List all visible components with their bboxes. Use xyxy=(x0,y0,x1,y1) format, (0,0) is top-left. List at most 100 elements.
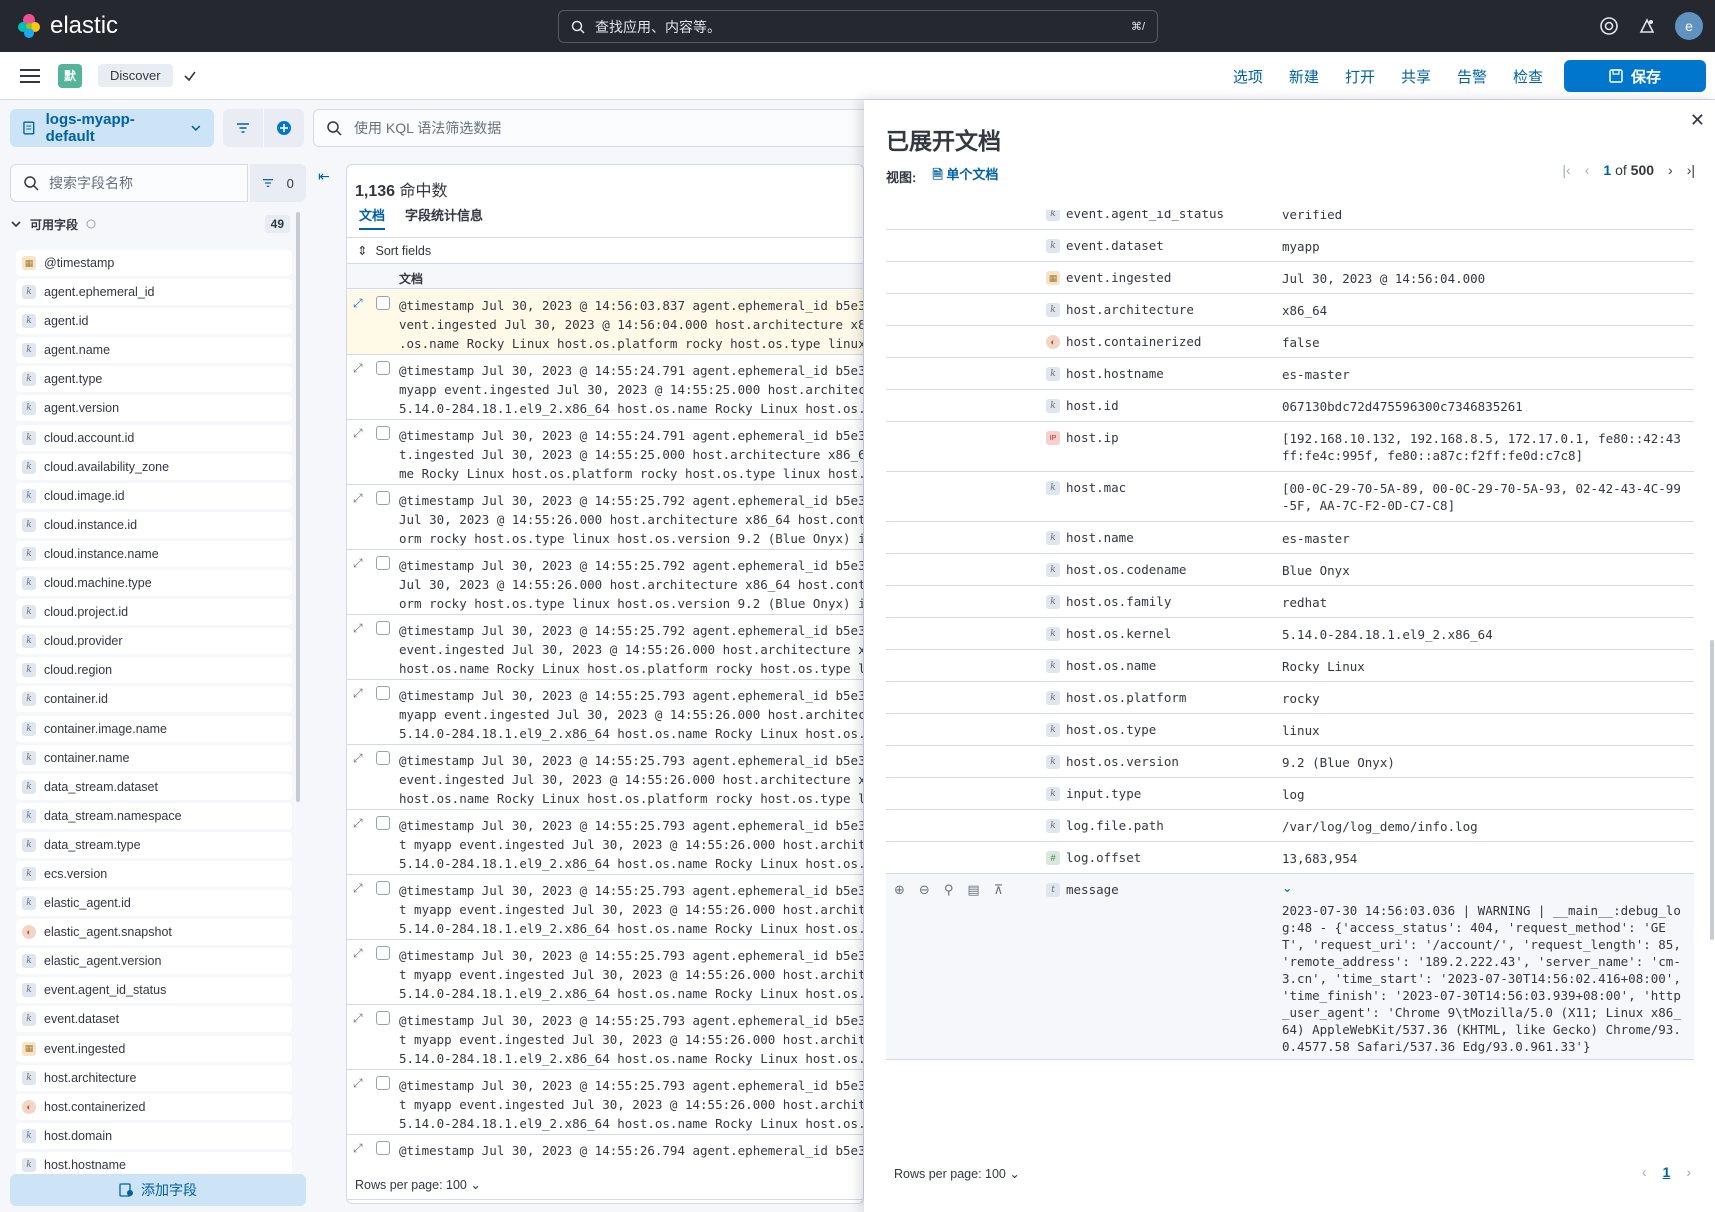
sidebar-scrollbar[interactable] xyxy=(296,212,300,802)
field-filter-button[interactable]: 0 xyxy=(250,164,306,202)
field-item[interactable]: k cloud.provider xyxy=(16,628,292,655)
table-row[interactable]: ⤢ @timestamp Jul 30, 2023 @ 14:55:25.793 … xyxy=(347,940,863,1005)
add-field-button[interactable]: 添加字段 xyxy=(10,1174,306,1206)
table-row[interactable]: ⤢ @timestamp Jul 30, 2023 @ 14:56:03.837 … xyxy=(347,290,863,355)
collapse-sidebar-icon[interactable]: ⇤ xyxy=(318,168,330,185)
field-item[interactable]: ▦ @timestamp xyxy=(16,250,292,276)
save-button[interactable]: 保存 xyxy=(1564,60,1706,92)
help-icon[interactable] xyxy=(1599,16,1619,36)
new-link[interactable]: 新建 xyxy=(1289,66,1319,87)
document-field-row[interactable]: k host.os.version 9.2 (Blue Onyx) xyxy=(886,746,1694,778)
field-item[interactable]: k event.dataset xyxy=(16,1006,292,1033)
row-checkbox[interactable] xyxy=(376,296,390,310)
field-item[interactable]: k agent.name xyxy=(16,337,292,364)
field-item[interactable]: ◐ host.containerized xyxy=(16,1093,292,1120)
expand-row-icon[interactable]: ⤢ xyxy=(353,946,367,960)
filter-menu-button[interactable] xyxy=(223,109,263,147)
field-item[interactable]: k host.domain xyxy=(16,1122,292,1149)
space-badge[interactable]: 默 xyxy=(58,63,82,88)
field-item[interactable]: k agent.type xyxy=(16,366,292,393)
field-item[interactable]: k elastic_agent.id xyxy=(16,890,292,917)
document-field-row[interactable]: IP host.ip [192.168.10.132, 192.168.8.5, 1… xyxy=(886,422,1694,472)
close-icon[interactable]: ✕ xyxy=(1690,110,1705,131)
document-field-row[interactable]: k host.os.kernel 5.14.0-284.18.1.el9_2.x86… xyxy=(886,618,1694,650)
row-checkbox[interactable] xyxy=(376,881,390,895)
document-column-header[interactable]: 文档 xyxy=(399,270,423,287)
table-row[interactable]: ⤢ @timestamp Jul 30, 2023 @ 14:55:25.793 … xyxy=(347,1070,863,1135)
share-link[interactable]: 共享 xyxy=(1401,66,1431,87)
available-fields-toggle[interactable]: 可用字段 49 xyxy=(10,210,290,238)
prev-page-icon[interactable]: ‹ xyxy=(1642,1164,1647,1180)
field-item[interactable]: k container.id xyxy=(16,686,292,713)
field-item[interactable]: k agent.ephemeral_id xyxy=(16,279,292,306)
expand-row-icon[interactable]: ⤢ xyxy=(353,1076,367,1090)
expand-row-icon[interactable]: ⤢ xyxy=(353,621,367,635)
alerts-link[interactable]: 告警 xyxy=(1457,66,1487,87)
field-item[interactable]: k cloud.region xyxy=(16,657,292,684)
newsfeed-icon[interactable] xyxy=(1637,16,1657,36)
filter-for-value-icon[interactable]: ⊕ xyxy=(894,882,905,898)
pin-field-icon[interactable]: ⊼ xyxy=(994,882,1004,898)
row-checkbox[interactable] xyxy=(376,946,390,960)
data-view-picker[interactable]: logs-myapp-default xyxy=(10,109,214,147)
field-item[interactable]: k host.architecture xyxy=(16,1064,292,1091)
expand-row-icon[interactable]: ⤢ xyxy=(353,881,367,895)
row-checkbox[interactable] xyxy=(376,491,390,505)
chevron-down-icon[interactable]: ⌄ xyxy=(1282,880,1292,895)
row-checkbox[interactable] xyxy=(376,556,390,570)
table-row[interactable]: ⤢ @timestamp Jul 30, 2023 @ 14:55:25.793 … xyxy=(347,875,863,940)
rows-per-page-select[interactable]: Rows per page: 100 ⌄ xyxy=(355,1177,481,1192)
add-filter-button[interactable] xyxy=(264,109,304,147)
tab-documents[interactable]: 文档 xyxy=(359,205,386,230)
document-field-row[interactable]: k input.type log xyxy=(886,778,1694,810)
first-page-icon[interactable]: |‹ xyxy=(1562,162,1570,178)
document-field-row[interactable]: k host.os.type linux xyxy=(886,714,1694,746)
document-field-row[interactable]: k event.agent_id_status verified xyxy=(886,210,1694,230)
expand-row-icon[interactable]: ⤢ xyxy=(353,1141,367,1155)
next-page-icon[interactable]: › xyxy=(1686,1164,1691,1180)
table-row[interactable]: ⤢ @timestamp Jul 30, 2023 @ 14:55:25.793 … xyxy=(347,810,863,875)
next-page-icon[interactable]: › xyxy=(1668,162,1673,178)
field-item[interactable]: k cloud.machine.type xyxy=(16,570,292,597)
row-checkbox[interactable] xyxy=(376,361,390,375)
document-field-row[interactable]: k host.mac [00-0C-29-70-5A-89, 00-0C-29-70… xyxy=(886,472,1694,522)
flyout-scrollbar[interactable] xyxy=(1710,640,1714,940)
row-checkbox[interactable] xyxy=(376,1076,390,1090)
field-item[interactable]: ◐ elastic_agent.snapshot xyxy=(16,919,292,946)
elastic-logo[interactable]: elastic xyxy=(16,12,118,40)
field-item[interactable]: k agent.version xyxy=(16,395,292,422)
document-field-row[interactable]: k event.dataset myapp xyxy=(886,230,1694,262)
filter-exists-icon[interactable]: ⚲ xyxy=(944,882,954,898)
table-row[interactable]: ⤢ @timestamp Jul 30, 2023 @ 14:55:25.792 … xyxy=(347,550,863,615)
prev-page-icon[interactable]: ‹ xyxy=(1585,162,1590,178)
expand-row-icon[interactable]: ⤢ xyxy=(353,296,367,310)
table-row[interactable]: ⤢ @timestamp Jul 30, 2023 @ 14:55:24.791 … xyxy=(347,355,863,420)
filter-out-value-icon[interactable]: ⊖ xyxy=(919,882,930,898)
table-row[interactable]: ⤢ @timestamp Jul 30, 2023 @ 14:55:25.792 … xyxy=(347,615,863,680)
expand-row-icon[interactable]: ⤢ xyxy=(353,491,367,505)
tab-field-statistics[interactable]: 字段统计信息 xyxy=(405,205,483,230)
expand-row-icon[interactable]: ⤢ xyxy=(353,751,367,765)
flyout-rows-per-page-select[interactable]: Rows per page: 100 ⌄ xyxy=(894,1166,1020,1181)
options-link[interactable]: 选项 xyxy=(1233,66,1263,87)
expand-row-icon[interactable]: ⤢ xyxy=(353,686,367,700)
document-field-row[interactable]: ▦ event.ingested Jul 30, 2023 @ 14:56:04.0… xyxy=(886,262,1694,294)
inspect-link[interactable]: 检查 xyxy=(1513,66,1543,87)
row-checkbox[interactable] xyxy=(376,816,390,830)
field-item[interactable]: k cloud.availability_zone xyxy=(16,453,292,480)
sort-fields-button[interactable]: ⇕ Sort fields xyxy=(347,237,863,263)
field-item[interactable]: k event.agent_id_status xyxy=(16,977,292,1004)
view-mode-link[interactable]: 🗎 单个文档 xyxy=(932,164,998,188)
field-item[interactable]: k cloud.instance.name xyxy=(16,540,292,567)
table-row[interactable]: ⤢ @timestamp Jul 30, 2023 @ 14:55:24.791 … xyxy=(347,420,863,485)
row-checkbox[interactable] xyxy=(376,1141,390,1155)
field-item[interactable]: k container.image.name xyxy=(16,715,292,742)
field-item[interactable]: k cloud.image.id xyxy=(16,482,292,509)
field-item[interactable]: k agent.id xyxy=(16,308,292,335)
expand-row-icon[interactable]: ⤢ xyxy=(353,361,367,375)
document-field-row[interactable]: k host.name es-master xyxy=(886,522,1694,554)
expand-row-icon[interactable]: ⤢ xyxy=(353,816,367,830)
document-field-row[interactable]: k host.os.platform rocky xyxy=(886,682,1694,714)
user-avatar[interactable]: e xyxy=(1675,12,1703,40)
field-item[interactable]: k container.name xyxy=(16,744,292,771)
